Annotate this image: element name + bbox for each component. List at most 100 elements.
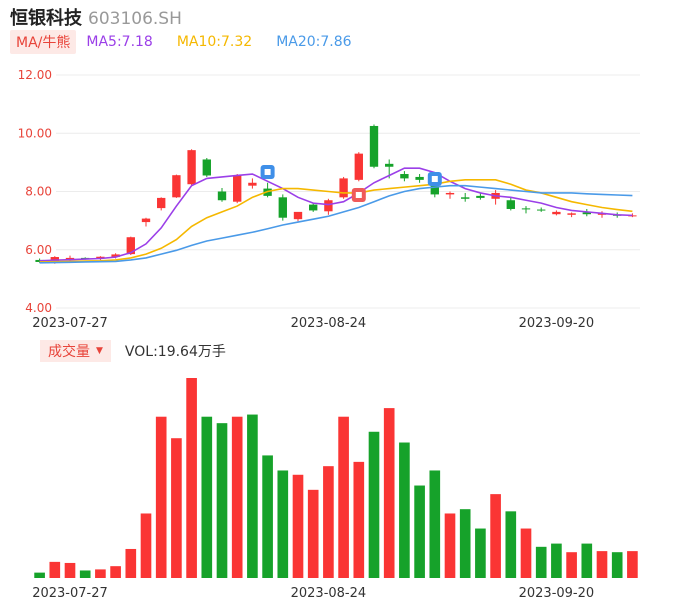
volume-bar[interactable]	[596, 551, 608, 578]
volume-bar[interactable]	[247, 414, 258, 578]
volume-bar[interactable]	[566, 552, 577, 578]
volume-bar[interactable]	[505, 511, 517, 578]
volume-x-date-label: 2023-09-20	[519, 586, 595, 601]
volume-bar[interactable]	[399, 442, 410, 578]
volume-bar[interactable]	[79, 570, 91, 578]
volume-bar[interactable]	[475, 528, 486, 578]
volume-x-date-label: 2023-08-24	[291, 586, 367, 601]
candlestick[interactable]	[445, 191, 455, 199]
price-y-tick-label: 8.00	[25, 185, 52, 199]
volume-bar[interactable]	[459, 509, 471, 578]
candlestick[interactable]	[354, 152, 363, 182]
candle-body	[476, 195, 485, 198]
candlestick[interactable]	[293, 211, 303, 222]
candlestick[interactable]	[157, 197, 166, 211]
event-marker-icon[interactable]	[260, 165, 275, 179]
volume-bar[interactable]	[186, 378, 197, 578]
volume-bar[interactable]	[292, 474, 304, 578]
candle-body	[217, 191, 227, 201]
candlestick[interactable]	[415, 174, 424, 183]
volume-bar[interactable]	[125, 548, 137, 578]
candlestick[interactable]	[552, 210, 561, 216]
candlestick[interactable]	[521, 206, 531, 214]
volume-bar[interactable]	[216, 423, 228, 578]
volume-bar[interactable]	[535, 546, 547, 578]
candlestick[interactable]	[172, 174, 181, 198]
candlestick[interactable]	[233, 174, 242, 204]
volume-bar[interactable]	[231, 416, 243, 578]
volume-bar[interactable]	[368, 431, 380, 578]
volume-bar[interactable]	[338, 416, 349, 578]
price-y-tick-label: 12.00	[18, 68, 52, 82]
event-marker-icon[interactable]	[351, 188, 366, 202]
candlestick[interactable]	[537, 207, 546, 212]
candlestick[interactable]	[491, 190, 500, 205]
marker-glyph	[431, 176, 438, 182]
candle-body	[400, 174, 409, 179]
volume-bar[interactable]	[49, 561, 61, 578]
candlestick[interactable]	[369, 124, 379, 169]
volume-indicator-button[interactable]: 成交量 ▼	[40, 340, 111, 362]
candlestick[interactable]	[506, 197, 515, 211]
volume-bar[interactable]	[611, 552, 623, 578]
volume-bar[interactable]	[353, 461, 365, 578]
volume-legend: 成交量 ▼ VOL:19.64万手	[40, 340, 226, 362]
candlestick[interactable]	[217, 188, 227, 202]
candle-body	[445, 192, 455, 195]
candlestick[interactable]	[339, 176, 348, 199]
candle-body	[293, 211, 303, 220]
marker-glyph	[264, 169, 271, 175]
volume-bar[interactable]	[307, 489, 319, 578]
price-y-tick-label: 10.00	[18, 126, 52, 140]
candlestick[interactable]	[248, 178, 257, 189]
volume-bar[interactable]	[262, 455, 273, 578]
volume-bar[interactable]	[551, 543, 562, 578]
candlestick[interactable]	[141, 217, 151, 227]
candlestick[interactable]	[400, 171, 409, 182]
candle-body	[339, 178, 348, 198]
candle-body	[233, 175, 242, 202]
volume-bar[interactable]	[323, 466, 334, 578]
volume-x-date-label: 2023-07-27	[32, 586, 108, 601]
candlestick[interactable]	[263, 182, 272, 198]
candle-body	[567, 213, 576, 215]
volume-bar[interactable]	[64, 562, 76, 578]
volume-bar[interactable]	[383, 408, 395, 578]
volume-bar[interactable]	[201, 416, 213, 578]
volume-bar[interactable]	[277, 470, 289, 578]
price-chart[interactable]: 12.00 10.00 8.00 6.00 4.002023-07-27 2023-08-…	[0, 0, 686, 340]
volume-bar[interactable]	[581, 543, 593, 578]
candlestick[interactable]	[187, 149, 196, 186]
volume-bar[interactable]	[444, 513, 456, 578]
price-x-date-label: 2023-08-24	[291, 316, 367, 331]
marker-glyph	[355, 192, 362, 198]
candle-body	[248, 182, 257, 186]
volume-bar[interactable]	[140, 513, 152, 578]
candlestick[interactable]	[461, 192, 470, 202]
candle-body	[141, 218, 151, 223]
volume-bar[interactable]	[95, 569, 106, 578]
volume-bar[interactable]	[34, 572, 45, 578]
volume-tag-label: 成交量	[48, 344, 90, 360]
event-marker-icon[interactable]	[427, 172, 442, 186]
price-y-tick-label: 4.00	[25, 301, 52, 315]
candlestick[interactable]	[202, 158, 211, 177]
volume-bar[interactable]	[627, 551, 638, 578]
volume-bar[interactable]	[490, 494, 501, 578]
candlestick[interactable]	[567, 212, 576, 218]
volume-bar[interactable]	[155, 416, 167, 578]
volume-bar[interactable]	[110, 566, 121, 578]
candle-body	[324, 200, 333, 212]
candle-body	[537, 209, 546, 211]
volume-bar[interactable]	[414, 485, 425, 578]
candle-body	[354, 153, 363, 180]
volume-bar[interactable]	[171, 438, 182, 578]
volume-bar[interactable]	[520, 528, 532, 578]
candle-body	[172, 175, 181, 198]
candlestick[interactable]	[278, 194, 287, 221]
candlestick[interactable]	[309, 203, 318, 212]
candle-body	[187, 150, 196, 185]
candle-body	[385, 163, 394, 167]
candlestick[interactable]	[324, 198, 333, 215]
volume-bar[interactable]	[429, 470, 441, 578]
